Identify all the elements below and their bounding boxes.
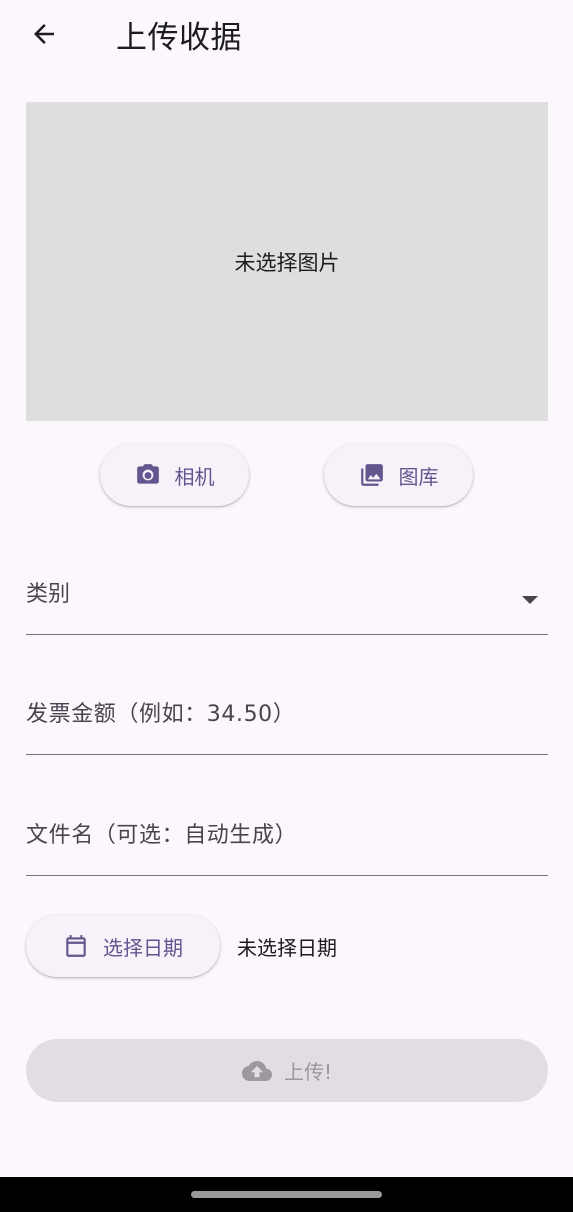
arrow-back-icon xyxy=(29,19,59,49)
select-date-button[interactable]: 选择日期 xyxy=(26,915,220,977)
home-indicator[interactable] xyxy=(191,1191,382,1198)
cloud-upload-icon xyxy=(241,1056,272,1086)
image-preview: 未选择图片 xyxy=(26,102,548,421)
filename-placeholder: 文件名（可选：自动生成） xyxy=(26,823,298,848)
amount-placeholder: 发票金额（例如：34.50） xyxy=(26,702,296,727)
amount-input[interactable]: 发票金额（例如：34.50） xyxy=(26,678,548,755)
camera-button[interactable]: 相机 xyxy=(100,444,249,506)
upload-button[interactable]: 上传! xyxy=(26,1039,548,1102)
category-dropdown[interactable]: 类别 xyxy=(26,558,548,635)
system-nav-bar xyxy=(0,1177,573,1212)
gallery-button-label: 图库 xyxy=(398,464,439,489)
date-status-text: 未选择日期 xyxy=(237,935,337,960)
upload-button-label: 上传! xyxy=(283,1060,333,1084)
camera-icon xyxy=(135,462,161,488)
photo-library-icon xyxy=(359,462,385,488)
page-title: 上传收据 xyxy=(116,19,242,56)
select-date-label: 选择日期 xyxy=(103,935,183,960)
dropdown-arrow-icon xyxy=(522,596,538,604)
calendar-icon xyxy=(63,933,89,959)
no-image-text: 未选择图片 xyxy=(234,250,340,275)
category-label: 类别 xyxy=(26,582,71,607)
gallery-button[interactable]: 图库 xyxy=(324,444,473,506)
filename-input[interactable]: 文件名（可选：自动生成） xyxy=(26,799,548,876)
camera-button-label: 相机 xyxy=(174,464,215,489)
back-button[interactable] xyxy=(22,12,66,56)
